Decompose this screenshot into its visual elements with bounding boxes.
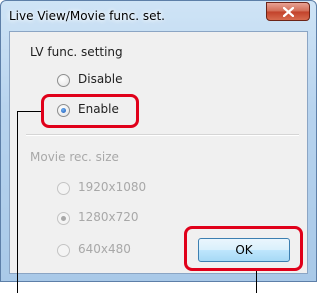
radio-1280x720[interactable]: [57, 212, 70, 225]
radio-1920x1080-label[interactable]: 1920x1080: [78, 180, 146, 194]
movie-rec-size-heading: Movie rec. size: [30, 150, 119, 164]
radio-disable[interactable]: [57, 74, 70, 87]
radio-1280x720-label[interactable]: 1280x720: [78, 210, 139, 224]
radio-640x480[interactable]: [57, 244, 70, 257]
lv-func-setting-heading: LV func. setting: [30, 45, 123, 59]
enable-callout-horizontal: [17, 111, 41, 112]
ok-callout-vertical: [256, 271, 257, 293]
dialog-title: Live View/Movie func. set.: [9, 9, 165, 23]
enable-callout-vertical: [17, 111, 18, 293]
group-separator: [26, 134, 299, 136]
radio-disable-label[interactable]: Disable: [78, 72, 123, 86]
radio-1280x720-selected-dot: [61, 216, 66, 221]
ok-highlight-box: [184, 226, 303, 271]
radio-1920x1080[interactable]: [57, 182, 70, 195]
close-icon: [282, 6, 294, 17]
radio-640x480-label[interactable]: 640x480: [78, 242, 131, 256]
title-bar[interactable]: Live View/Movie func. set.: [1, 1, 316, 31]
enable-highlight-box: [41, 94, 139, 128]
close-button[interactable]: [266, 2, 310, 21]
